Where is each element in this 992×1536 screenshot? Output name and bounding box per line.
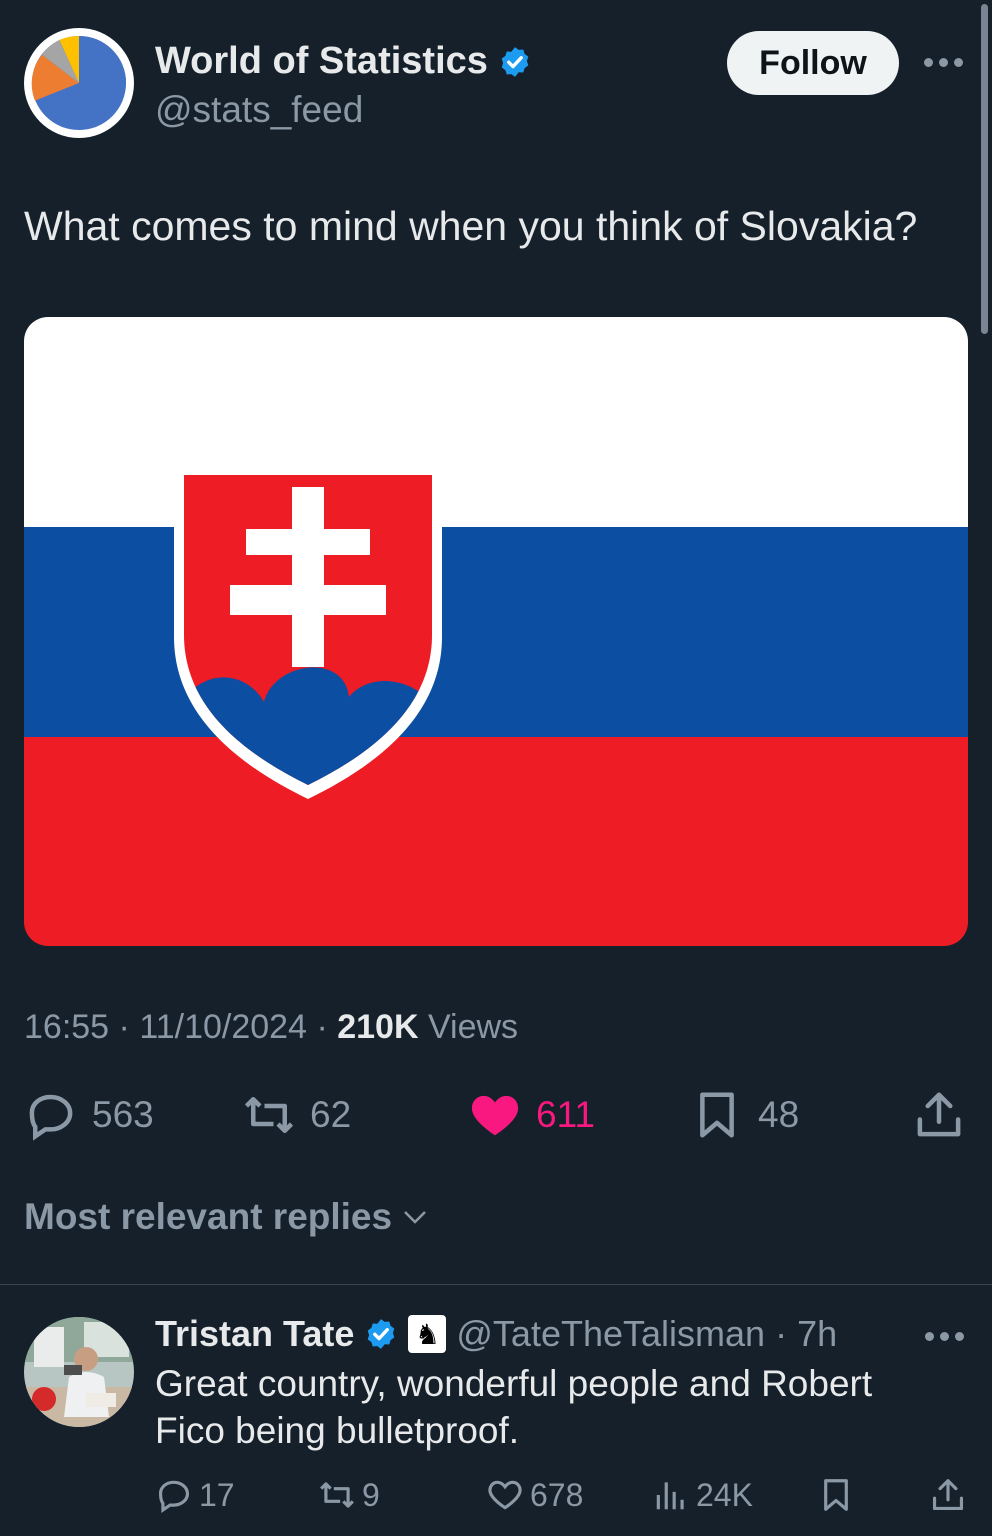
author-display-name[interactable]: World of Statistics [155,40,488,83]
reply-share-button[interactable] [929,1470,967,1520]
tweet-text: What comes to mind when you think of Slo… [24,203,918,249]
share-button[interactable] [912,1085,966,1145]
tweet-date[interactable]: 11/10/2024 [139,1008,307,1046]
reply-reply-button[interactable]: 17 [155,1470,235,1520]
like-count: 611 [536,1094,595,1135]
more-options-icon[interactable] [924,52,964,72]
repost-button[interactable]: 62 [242,1085,351,1145]
bookmark-icon [824,1479,848,1511]
divider [0,1284,992,1285]
reply-bookmark-button[interactable] [817,1470,855,1520]
reply-repost-count: 9 [362,1476,380,1513]
views-count: 210K [337,1008,419,1046]
tweet-header: World of Statistics @stats_feed Follow [24,28,968,140]
bookmark-icon [700,1092,734,1138]
reply-reply-count: 17 [199,1476,235,1513]
author-avatar[interactable] [24,28,134,138]
author-handle[interactable]: @stats_feed [155,89,532,131]
chess-knight-icon[interactable]: ♞ [408,1315,447,1353]
pie-chart-logo-icon [31,35,127,131]
reply-age[interactable]: 7h [797,1313,837,1355]
chevron-down-icon [404,1211,426,1224]
reply-count: 563 [92,1094,154,1135]
tweet-meta: 16:55 · 11/10/2024 · 210K Views [24,1008,519,1046]
tweet-time[interactable]: 16:55 [24,1008,109,1046]
follow-button[interactable]: Follow [727,31,899,95]
verified-badge-icon[interactable] [498,45,532,79]
scrollbar[interactable] [981,4,988,334]
reply-like-button[interactable]: 678 [486,1470,583,1520]
reply-views-count: 24K [696,1476,753,1513]
reply-text: Great country, wonderful people and Robe… [155,1363,873,1451]
author-name-block: World of Statistics @stats_feed [155,40,532,131]
reply-icon [29,1094,73,1141]
reply-author-handle[interactable]: @TateTheTalisman [456,1313,765,1355]
tweet-action-bar: 563 62 611 48 [24,1085,968,1145]
reply-button[interactable]: 563 [24,1085,154,1145]
repost-count: 62 [310,1094,352,1135]
repost-icon [244,1097,294,1133]
reply-more-options-icon[interactable] [925,1326,965,1346]
reply-author-avatar[interactable] [24,1317,134,1427]
heart-icon [488,1480,522,1510]
reply-action-bar: 17 9 678 24K [155,1470,968,1520]
reply-icon [158,1480,190,1514]
reply-like-count: 678 [530,1476,584,1513]
bookmark-button[interactable]: 48 [690,1085,799,1145]
replies-sort-label: Most relevant replies [24,1196,393,1237]
reply-author-name[interactable]: Tristan Tate [155,1313,354,1355]
views-chart-icon [656,1482,684,1510]
reply-header: Tristan Tate ♞ @TateTheTalisman · 7h [155,1313,838,1355]
repost-icon [320,1482,354,1508]
slovakia-flag-image[interactable] [24,317,968,946]
like-button[interactable]: 611 [468,1085,595,1145]
share-icon [932,1479,964,1511]
replies-sort-dropdown[interactable]: Most relevant replies [24,1196,430,1238]
share-icon [917,1092,961,1137]
bookmark-count: 48 [758,1094,800,1135]
heart-filled-icon [471,1095,519,1136]
views-label: Views [427,1008,519,1046]
reply-views-button[interactable]: 24K [652,1470,753,1520]
verified-badge-icon[interactable] [364,1317,398,1351]
reply-repost-button[interactable]: 9 [318,1470,380,1520]
